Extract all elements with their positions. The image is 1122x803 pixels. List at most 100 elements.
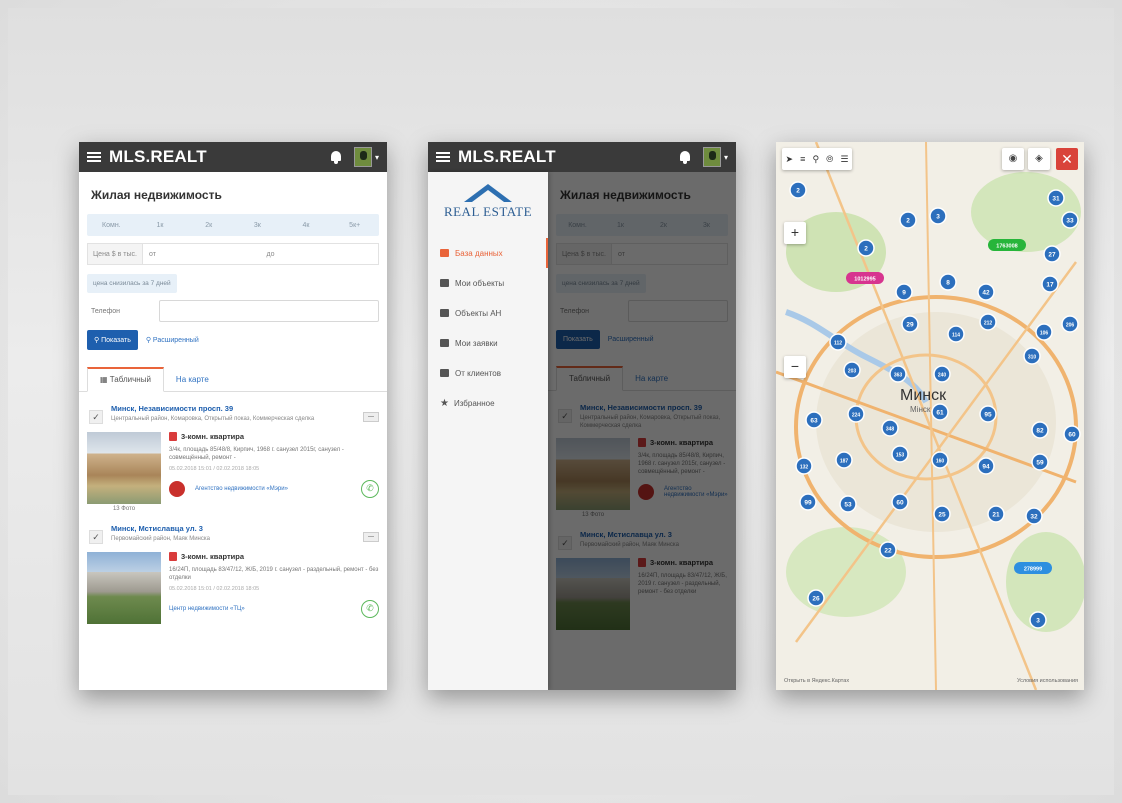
- extended-search-link[interactable]: ⚲ Расширенный: [146, 336, 199, 344]
- rooms-option-5[interactable]: 5к+: [330, 222, 379, 229]
- phone-icon[interactable]: ✆: [361, 480, 379, 498]
- map-canvas[interactable]: 2232313391784227291121142121063102062033…: [776, 142, 1084, 690]
- phone-menu-screen: MLS.REALT ▾ Жилая недвижимость Комн. 1к …: [428, 142, 736, 690]
- select-checkbox[interactable]: ✓: [89, 410, 103, 424]
- menu-icon[interactable]: [436, 150, 450, 164]
- map-cluster-count: 27: [1048, 252, 1056, 259]
- bell-icon[interactable]: [328, 149, 344, 165]
- recent-price-chip[interactable]: цена снизилась за 7 дней: [87, 274, 177, 293]
- database-icon: [440, 249, 449, 257]
- map-cluster-count: 2: [864, 246, 868, 253]
- listing-district: Центральный район, Комаровка, Открытый п…: [111, 416, 315, 422]
- phone-map-screen: 2 2 3 2 31 33 9 17 8 42 27 29 112 114 212 106 310 206 203 3…: [776, 142, 1084, 690]
- open-in-yandex-link[interactable]: Открыть в Яндекс.Картах: [784, 678, 849, 684]
- navigation-arrow-icon[interactable]: ➤: [786, 154, 794, 165]
- map-view[interactable]: 2 2 3 2 31 33 9 17 8 42 27 29 112 114 212 106 310 206 203 3…: [776, 142, 1084, 690]
- menu-item-favorites[interactable]: ★ Избранное: [428, 388, 548, 418]
- traffic-icon[interactable]: ⦾: [826, 154, 833, 165]
- close-icon[interactable]: ✕: [1056, 148, 1078, 170]
- menu-icon[interactable]: [87, 150, 101, 164]
- chevron-down-icon[interactable]: ▾: [724, 153, 728, 162]
- price-tag-label: 1012995: [854, 277, 875, 283]
- terms-link[interactable]: Условия использования: [1017, 678, 1078, 684]
- map-cluster-count: 203: [848, 369, 857, 375]
- map-cluster-count: 53: [844, 502, 852, 509]
- menu-item-database[interactable]: База данных: [428, 238, 548, 268]
- rooms-option-3[interactable]: 3к: [233, 222, 282, 229]
- menu-item-label: База данных: [455, 248, 503, 258]
- rooms-option-1[interactable]: 1к: [136, 222, 185, 229]
- price-tag-label: 1763008: [996, 244, 1017, 250]
- house-roof-icon: [464, 184, 512, 202]
- table-icon: ▦: [100, 375, 110, 384]
- zoom-out-button[interactable]: −: [784, 356, 806, 378]
- show-button[interactable]: ⚲ Показать: [87, 330, 138, 350]
- price-to-input[interactable]: до: [260, 251, 378, 258]
- phone-input[interactable]: [159, 300, 379, 322]
- city-sub-label: Мінск: [910, 405, 931, 414]
- phone-filter: Телефон: [87, 300, 379, 322]
- map-cluster-count: 60: [896, 500, 904, 507]
- menu-item-from-clients[interactable]: От клиентов: [428, 358, 548, 388]
- photo-count[interactable]: 13 Фото: [87, 506, 161, 512]
- folder-icon: [440, 279, 449, 287]
- map-cluster-count: 160: [936, 459, 945, 465]
- phone-icon[interactable]: ✆: [361, 600, 379, 618]
- more-button[interactable]: —: [363, 412, 379, 422]
- map-cluster-count: 21: [992, 512, 1000, 519]
- more-button[interactable]: —: [363, 532, 379, 542]
- price-from-input[interactable]: от: [143, 251, 261, 258]
- map-cluster-count: 82: [1036, 428, 1044, 435]
- phone-label: Телефон: [91, 307, 121, 315]
- list-icon[interactable]: ☰: [840, 154, 848, 165]
- map-cluster-count: 112: [834, 341, 842, 347]
- list-item[interactable]: ✓ Минск, Независимости просп. 39 Централ…: [87, 404, 379, 512]
- listing-description: 16/24П, площадь 83/47/12, Ж/Б, 2019 г. с…: [169, 567, 379, 581]
- menu-item-my-requests[interactable]: Мои заявки: [428, 328, 548, 358]
- map-cluster-count: 106: [1040, 331, 1049, 337]
- layers-icon[interactable]: ◈: [1028, 148, 1050, 170]
- zoom-in-button[interactable]: +: [784, 222, 806, 244]
- map-cluster-count: 95: [984, 412, 992, 419]
- map-cluster-count: 240: [938, 373, 947, 379]
- menu-item-label: Мои заявки: [455, 338, 498, 348]
- agency-link[interactable]: Агентство недвижимости «Мэри»: [195, 486, 361, 492]
- price-filter: Цена $ в тыс. от до: [87, 243, 379, 265]
- menu-item-label: Объекты АН: [455, 308, 502, 318]
- menu-item-my-objects[interactable]: Мои объекты: [428, 268, 548, 298]
- avatar[interactable]: [702, 147, 721, 167]
- tab-map[interactable]: На карте: [164, 375, 221, 391]
- select-checkbox[interactable]: ✓: [89, 530, 103, 544]
- map-cluster-count: 9: [902, 290, 906, 297]
- map-cluster-count: 224: [852, 413, 861, 419]
- chevron-down-icon[interactable]: ▾: [375, 153, 379, 162]
- park-area: [971, 172, 1081, 252]
- map-cluster-count: 26: [812, 596, 820, 603]
- map-cluster-count: 153: [896, 453, 905, 459]
- map-cluster-count: 99: [804, 500, 812, 507]
- agency-link[interactable]: Центр недвижимости «ТЦ»: [169, 606, 361, 612]
- avatar[interactable]: [353, 147, 372, 167]
- listing-address[interactable]: Минск, Независимости просп. 39: [111, 404, 359, 413]
- menu-item-agency-objects[interactable]: Объекты АН: [428, 298, 548, 328]
- listing-district: Первомайский район, Маяк Минска: [111, 536, 210, 542]
- tab-table-label: Табличный: [109, 375, 151, 384]
- rooms-option-2[interactable]: 2к: [184, 222, 233, 229]
- list-item[interactable]: ✓ Минск, Мстиславца ул. 3 Первомайский р…: [87, 524, 379, 624]
- drawer-menu: База данных Мои объекты Объекты АН Мои з…: [428, 238, 548, 418]
- map-cluster-count: 3: [936, 214, 940, 221]
- map-cluster-count: 363: [894, 373, 903, 379]
- eye-icon[interactable]: ◉: [1002, 148, 1024, 170]
- listing-type: 3-комн. квартира: [181, 432, 245, 441]
- listing-photo[interactable]: [87, 552, 161, 624]
- ruler-icon[interactable]: ≡: [800, 154, 805, 164]
- search-icon[interactable]: ⚲: [812, 154, 819, 165]
- map-cluster-count: 33: [1066, 218, 1074, 225]
- listing-address[interactable]: Минск, Мстиславца ул. 3: [111, 524, 359, 533]
- bell-icon[interactable]: [677, 149, 693, 165]
- tab-table[interactable]: ▦ Табличный: [87, 367, 164, 392]
- drawer-overlay[interactable]: [548, 172, 736, 690]
- listing-photo[interactable]: [87, 432, 161, 504]
- rooms-option-4[interactable]: 4к: [282, 222, 331, 229]
- map-cluster-count: 61: [936, 410, 944, 417]
